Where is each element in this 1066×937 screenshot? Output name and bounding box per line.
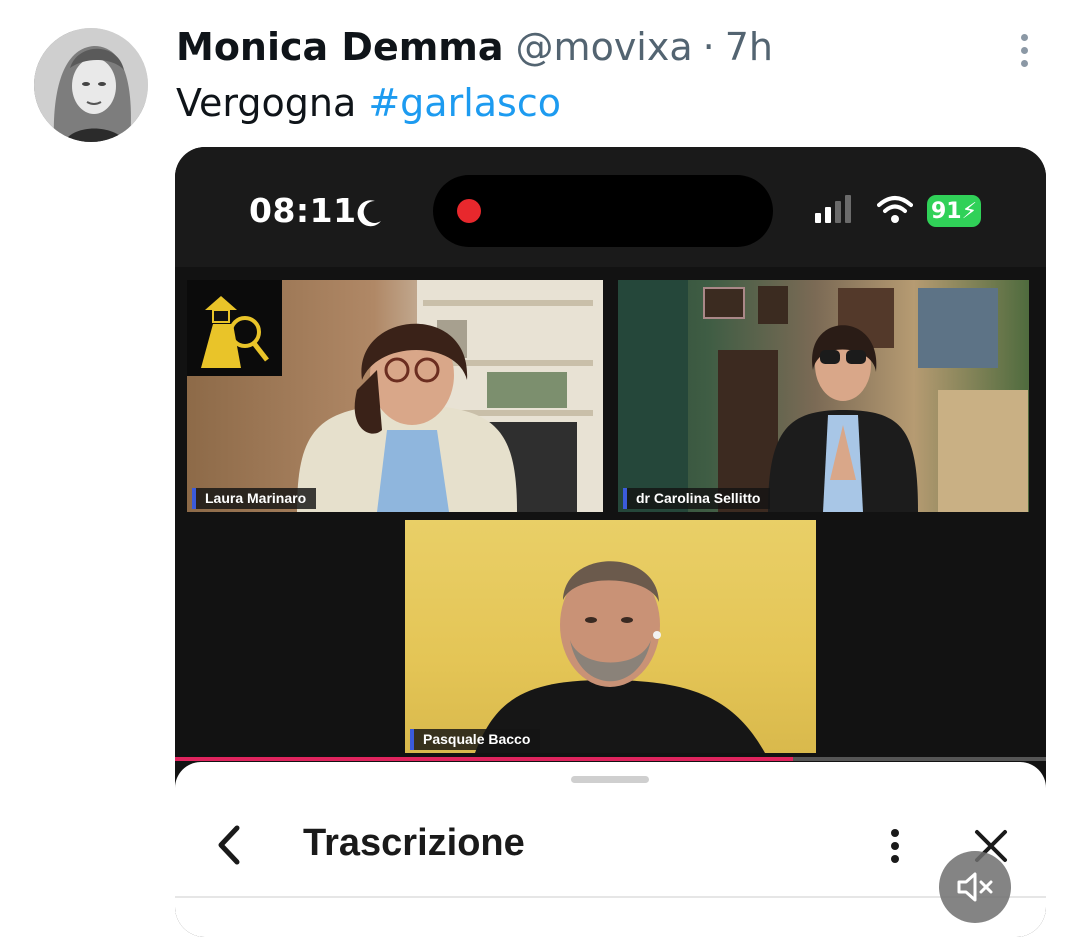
transcript-sheet: Trascrizione [175, 762, 1046, 937]
channel-logo [187, 280, 282, 376]
tweet-header: Monica Demma @movixa · 7h [176, 24, 773, 70]
sheet-title: Trascrizione [303, 822, 525, 864]
video-progress-fill [175, 757, 794, 761]
wifi-icon [877, 196, 913, 223]
chevron-left-icon[interactable] [211, 822, 247, 868]
participant-tile-pasquale: Pasquale Bacco [405, 520, 816, 753]
battery-level: 91 [930, 198, 962, 224]
author-avatar[interactable] [34, 28, 148, 142]
speaker-muted-icon [957, 872, 993, 902]
mute-button[interactable] [939, 851, 1011, 923]
video-progress-bar[interactable] [175, 757, 1046, 761]
moon-icon [357, 200, 381, 227]
tweet-video[interactable]: 08:11 91 ⚡ Laura Marinaro dr Carolina Se… [175, 147, 1046, 937]
tweet-time[interactable]: 7h [725, 24, 773, 70]
recording-dot-icon [457, 199, 481, 223]
participant-video [618, 280, 1028, 512]
phone-status-bar: 08:11 91 ⚡ [175, 147, 1046, 267]
author-name[interactable]: Monica Demma [176, 24, 504, 70]
participant-tile-carolina: dr Carolina Sellitto [618, 280, 1029, 512]
tweet-text: Vergogna #garlasco [176, 80, 561, 126]
participant-name-tag: Laura Marinaro [192, 488, 317, 509]
sheet-drag-handle[interactable] [571, 776, 649, 783]
participant-name-tag: dr Carolina Sellitto [623, 488, 771, 509]
kebab-icon[interactable] [883, 826, 907, 866]
hashtag-link[interactable]: #garlasco [368, 81, 561, 125]
author-handle[interactable]: @movixa [516, 24, 693, 70]
separator: · [702, 25, 715, 69]
participant-video [475, 561, 765, 753]
battery-indicator: 91 ⚡ [927, 195, 981, 227]
signal-icon [815, 195, 851, 223]
divider [175, 896, 1046, 898]
tweet-text-plain: Vergogna [176, 81, 357, 125]
more-options-button[interactable] [1006, 30, 1042, 70]
participant-name-tag: Pasquale Bacco [410, 729, 541, 750]
more-vertical-icon [1020, 33, 1028, 41]
dynamic-island [433, 175, 773, 247]
status-clock: 08:11 [249, 191, 357, 230]
charging-icon: ⚡ [961, 198, 978, 224]
